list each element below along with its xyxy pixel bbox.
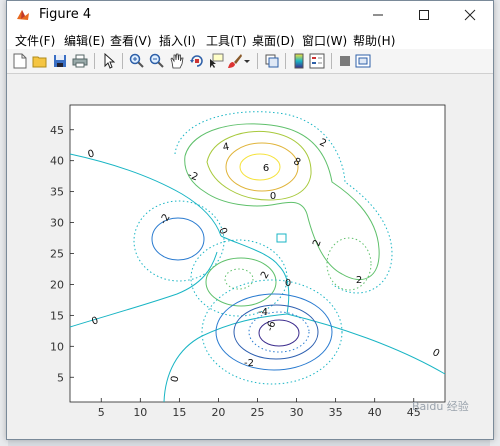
new-figure-icon	[13, 53, 27, 69]
pan-button[interactable]	[168, 52, 186, 70]
y-tick-label: 5	[57, 371, 64, 384]
colorbar-icon	[294, 53, 304, 69]
x-tick-label: 10	[133, 406, 147, 419]
legend-button[interactable]	[308, 52, 326, 70]
menu-tools[interactable]: 工具(T)	[206, 32, 247, 49]
data-cursor-button[interactable]	[207, 52, 225, 70]
open-file-button[interactable]	[31, 52, 49, 70]
save-icon	[54, 55, 66, 67]
y-tick-label: 30	[50, 217, 64, 230]
close-button[interactable]	[447, 1, 493, 29]
y-tick-label: 10	[50, 340, 64, 353]
print-button[interactable]	[71, 52, 89, 70]
brush-icon	[228, 54, 242, 68]
toolbar-separator	[285, 53, 286, 69]
toolbar-separator	[257, 53, 258, 69]
pointer-icon	[104, 53, 115, 69]
contour-label: 6	[263, 163, 269, 174]
watermark-text: Baidu 经验	[412, 400, 469, 413]
y-tick-label: 25	[50, 248, 64, 261]
toolbar-separator	[94, 53, 95, 69]
show-plot-tools-button[interactable]	[354, 52, 372, 70]
data-cursor-icon	[210, 53, 224, 68]
hide-plot-tools-icon	[340, 56, 350, 66]
contour-label: -2	[244, 358, 254, 369]
colorbar-button[interactable]	[290, 52, 308, 70]
y-tick-label: 45	[50, 124, 64, 137]
minimize-button[interactable]	[355, 1, 401, 29]
maximize-icon	[419, 10, 429, 20]
maximize-button[interactable]	[401, 1, 447, 29]
hide-plot-tools-button[interactable]	[336, 52, 354, 70]
menu-edit[interactable]: 编辑(E)	[64, 32, 105, 49]
pan-hand-icon	[170, 53, 184, 69]
y-tick-label: 40	[50, 155, 64, 168]
rotate-3d-button[interactable]	[188, 52, 206, 70]
zoom-out-button[interactable]	[148, 52, 166, 70]
toolbar-separator	[122, 53, 123, 69]
y-tick-label: 35	[50, 186, 64, 199]
brush-dropdown-button[interactable]	[242, 52, 252, 70]
figure-window: Figure 4 文件(F) 编辑(E) 查看(V) 插入(I) 工具(T) 桌…	[6, 0, 494, 440]
rotate-3d-icon	[190, 55, 203, 67]
zoom-in-button[interactable]	[128, 52, 146, 70]
contour-plot[interactable]: 5 10 15 20 25 30 35 40 4551015202530354045 0246 8…	[7, 74, 493, 439]
x-tick-label: 40	[368, 406, 382, 419]
toolbar-separator	[331, 53, 332, 69]
link-plot-button[interactable]	[263, 52, 281, 70]
contour-label: 0	[285, 278, 291, 289]
contour-label: 0	[270, 191, 276, 202]
close-icon	[464, 9, 476, 21]
matlab-logo-icon	[15, 7, 31, 23]
menu-bar: 文件(F) 编辑(E) 查看(V) 插入(I) 工具(T) 桌面(D) 窗口(W…	[7, 29, 493, 49]
y-tick-label: 15	[50, 309, 64, 322]
new-figure-button[interactable]	[11, 52, 29, 70]
x-tick-label: 15	[172, 406, 186, 419]
title-bar[interactable]: Figure 4	[7, 1, 493, 29]
zoom-in-icon	[129, 53, 144, 68]
menu-view[interactable]: 查看(V)	[110, 32, 152, 49]
minimize-icon	[373, 14, 383, 16]
pointer-button[interactable]	[100, 52, 118, 70]
save-button[interactable]	[51, 52, 69, 70]
x-tick-label: 20	[211, 406, 225, 419]
open-file-icon	[32, 56, 47, 68]
print-icon	[72, 54, 88, 68]
legend-icon	[309, 53, 325, 69]
zoom-out-icon	[149, 53, 164, 68]
contour-label: 2	[356, 275, 362, 286]
x-tick-label: 25	[251, 406, 265, 419]
contour-label: -4	[258, 307, 268, 318]
x-tick-label: 35	[329, 406, 343, 419]
menu-window[interactable]: 窗口(W)	[302, 32, 347, 49]
menu-desktop[interactable]: 桌面(D)	[252, 32, 295, 49]
x-tick-label: 5	[98, 406, 105, 419]
x-tick-label: 30	[290, 406, 304, 419]
toolbar	[7, 49, 493, 74]
menu-insert[interactable]: 插入(I)	[159, 32, 196, 49]
show-plot-tools-icon	[355, 54, 371, 68]
menu-help[interactable]: 帮助(H)	[353, 32, 395, 49]
link-plot-icon	[265, 54, 279, 68]
plot-axes-box	[69, 104, 446, 403]
figure-canvas-area: 5 10 15 20 25 30 35 40 45 5 10 15 20 25 30 35 40 45 02468…	[7, 74, 493, 439]
y-tick-label: 20	[50, 278, 64, 291]
window-title: Figure 4	[39, 7, 92, 22]
brush-dropdown-icon	[244, 60, 250, 63]
menu-file[interactable]: 文件(F)	[15, 32, 55, 49]
